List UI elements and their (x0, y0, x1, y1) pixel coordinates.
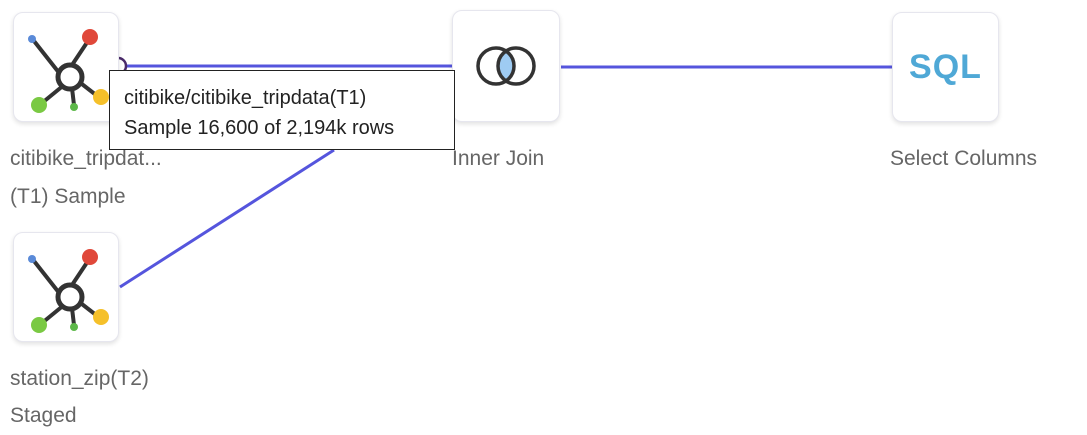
node-inner-join[interactable] (452, 10, 560, 122)
venn-inner-join-icon (476, 46, 536, 86)
node-join-label: Inner Join (452, 147, 545, 170)
node-t1-label-line2: (T1) Sample (10, 185, 126, 208)
node-citibike-tripdata[interactable] (13, 12, 119, 122)
tooltip-title: citibike/citibike_tripdata(T1) (124, 87, 367, 109)
node-t2-label-line1: station_zip(T2) (10, 367, 149, 390)
node-select-columns[interactable]: SQL (892, 12, 999, 122)
tooltip-sample-info: Sample 16,600 of 2,194k rows (124, 117, 395, 139)
dataset-hub-icon (28, 249, 109, 333)
node-station-zip[interactable] (13, 232, 119, 342)
node-t2-label-line2: Staged (10, 404, 77, 427)
flow-canvas: citibike_tripdat... (T1) Sample Inner Jo… (0, 0, 1087, 430)
node-select-label: Select Columns (890, 147, 1038, 170)
node-tooltip: citibike/citibike_tripdata(T1) Sample 16… (109, 70, 455, 150)
sql-icon: SQL (909, 47, 982, 86)
dataset-hub-icon (28, 29, 109, 113)
